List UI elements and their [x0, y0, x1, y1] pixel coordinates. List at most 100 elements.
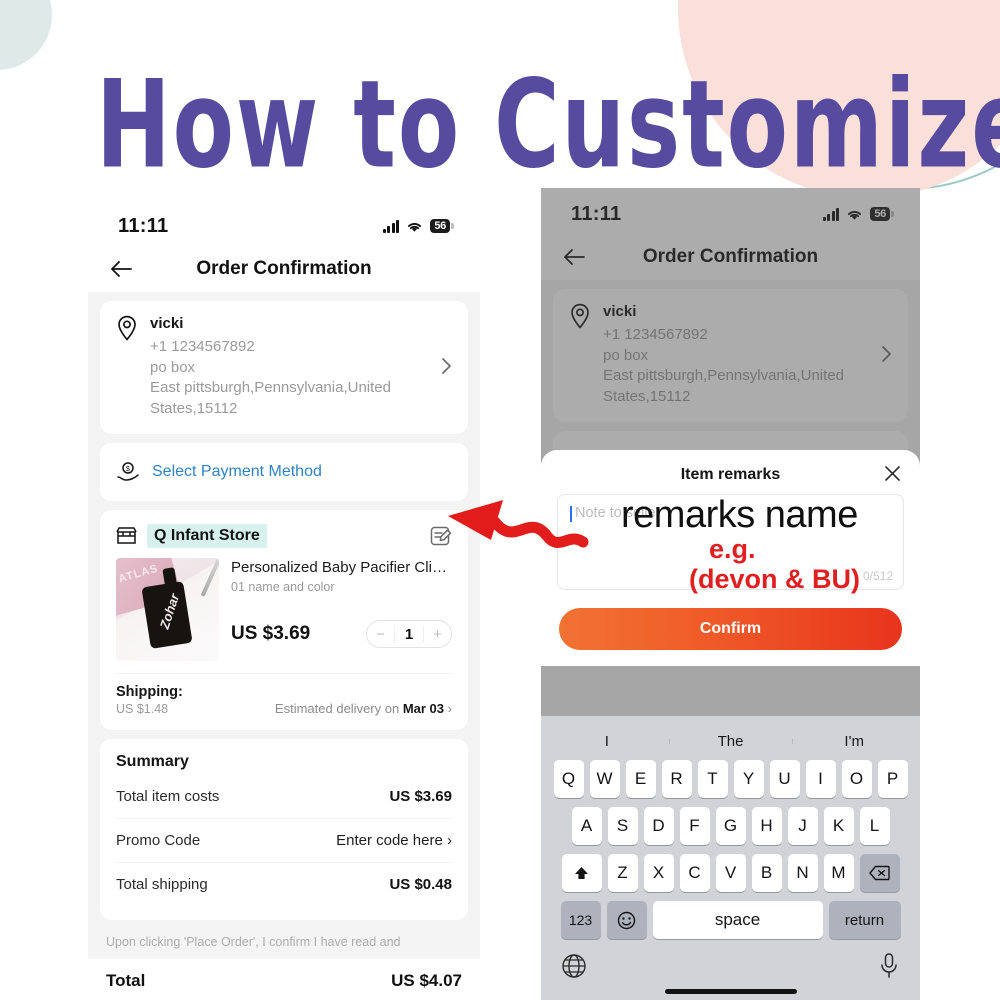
payment-hand-coin-icon: $	[117, 462, 139, 481]
key-b[interactable]: B	[751, 854, 782, 892]
close-x-icon[interactable]	[883, 464, 902, 483]
key-n[interactable]: N	[787, 854, 818, 892]
space-key[interactable]: space	[652, 901, 823, 939]
key-e[interactable]: E	[625, 760, 656, 798]
key-s[interactable]: S	[607, 807, 638, 845]
order-disclaimer: Upon clicking 'Place Order', I confirm I…	[106, 934, 401, 949]
annotation-remarks-name: remarks name	[621, 494, 858, 536]
keyboard-bottom-bar	[545, 948, 916, 985]
emoji-smiley-icon[interactable]	[606, 901, 647, 939]
summary-row-label: Total shipping	[116, 875, 208, 893]
payment-method-label: Select Payment Method	[152, 462, 322, 480]
globe-language-icon[interactable]	[561, 953, 587, 979]
key-d[interactable]: D	[643, 807, 674, 845]
store-product-card: Q Infant Store ATLAS Zohar Personalized …	[100, 509, 468, 730]
key-k[interactable]: K	[823, 807, 854, 845]
quantity-stepper[interactable]: − 1 +	[366, 620, 452, 649]
nav-bar: Order Confirmation	[88, 246, 480, 292]
product-price: US $3.69	[231, 623, 311, 645]
address-card[interactable]: vicki +1 1234567892 po box East pittsbur…	[100, 301, 468, 434]
address-line-2: East pittsburgh,Pennsylvania,United	[150, 379, 391, 397]
key-l[interactable]: L	[859, 807, 890, 845]
address-line-2: East pittsburgh,Pennsylvania,United	[603, 367, 844, 385]
summary-row-value: US $3.69	[389, 787, 452, 805]
address-name: vicki	[150, 315, 184, 332]
keyboard-row-3: Z X C V B N M	[545, 854, 916, 892]
key-t[interactable]: T	[697, 760, 728, 798]
total-label: Total	[106, 970, 146, 990]
chevron-right-icon[interactable]	[441, 357, 452, 375]
shipping-cost: US $1.48	[116, 701, 169, 716]
keyboard-row-2: A S D F G H J K L	[545, 807, 916, 845]
key-q[interactable]: Q	[553, 760, 584, 798]
product-title: Personalized Baby Pacifier Clip Custo…	[231, 558, 452, 576]
shift-up-arrow-icon[interactable]	[561, 854, 602, 892]
key-p[interactable]: P	[877, 760, 908, 798]
suggestion-item[interactable]: I'm	[792, 733, 916, 750]
key-o[interactable]: O	[841, 760, 872, 798]
product-row[interactable]: ATLAS Zohar Personalized Baby Pacifier C…	[116, 557, 452, 661]
svg-text:$: $	[126, 466, 130, 473]
decorative-mint-circle	[0, 0, 52, 70]
summary-title: Summary	[116, 752, 189, 770]
summary-row-label: Promo Code	[116, 831, 201, 849]
quantity-value[interactable]: 1	[394, 625, 424, 643]
back-arrow-icon[interactable]	[110, 260, 132, 278]
key-r[interactable]: R	[661, 760, 692, 798]
key-a[interactable]: A	[571, 807, 602, 845]
key-j[interactable]: J	[787, 807, 818, 845]
promo-code-link[interactable]: Enter code here ›	[336, 832, 452, 849]
suggestion-item[interactable]: The	[668, 733, 793, 750]
red-wavy-arrow-icon	[448, 500, 589, 548]
chevron-right-icon[interactable]	[881, 345, 892, 363]
quantity-decrease-button[interactable]: −	[367, 626, 394, 643]
key-u[interactable]: U	[769, 760, 800, 798]
nav-title: Order Confirmation	[642, 246, 819, 267]
phone-screen-left: 11:11 56 Order Confirmation vicki +1 123…	[88, 200, 480, 990]
backspace-delete-icon[interactable]	[859, 854, 900, 892]
annotation-example: (devon & BU)	[689, 564, 860, 594]
key-y[interactable]: Y	[733, 760, 764, 798]
nav-title: Order Confirmation	[196, 258, 372, 279]
battery-icon: 56	[870, 207, 894, 221]
wifi-icon	[408, 222, 422, 232]
status-bar: 11:11 56	[88, 200, 480, 246]
key-w[interactable]: W	[589, 760, 620, 798]
delivery-prefix: Estimated delivery on	[274, 700, 403, 716]
shipping-row[interactable]: Shipping: US $1.48 Estimated delivery on…	[116, 672, 452, 716]
summary-row-promo[interactable]: Promo Code Enter code here ›	[116, 819, 452, 863]
delivery-date: Mar 03	[402, 700, 445, 716]
key-c[interactable]: C	[679, 854, 710, 892]
key-x[interactable]: X	[643, 854, 674, 892]
summary-card: Summary Total item costs US $3.69 Promo …	[100, 738, 468, 920]
chevron-right-icon[interactable]: ›	[448, 701, 452, 716]
key-i[interactable]: I	[805, 760, 836, 798]
confirm-button[interactable]: Confirm	[559, 608, 902, 650]
location-pin-icon	[571, 303, 589, 329]
numbers-key[interactable]: 123	[560, 901, 601, 939]
key-f[interactable]: F	[679, 807, 710, 845]
key-h[interactable]: H	[751, 807, 782, 845]
microphone-icon[interactable]	[878, 952, 900, 979]
key-z[interactable]: Z	[607, 854, 638, 892]
address-line-1: po box	[603, 346, 649, 364]
key-g[interactable]: G	[715, 807, 746, 845]
character-counter: 0/512	[862, 569, 893, 583]
address-phone: +1 1234567892	[603, 326, 708, 343]
poster-canvas: How to Customize 11:11 56 Order Confirma…	[0, 0, 1000, 1000]
address-card[interactable]: vicki +1 1234567892 po box East pittsbur…	[553, 289, 908, 422]
store-row[interactable]: Q Infant Store	[116, 523, 452, 548]
key-v[interactable]: V	[715, 854, 746, 892]
summary-row: Total item costs US $3.69	[116, 775, 452, 819]
back-arrow-icon[interactable]	[563, 248, 585, 266]
summary-row: Total shipping US $0.48	[116, 863, 452, 906]
return-key[interactable]: return	[828, 901, 901, 939]
suggestion-item[interactable]: I	[545, 733, 669, 750]
home-indicator	[664, 989, 797, 994]
payment-method-card[interactable]: $ Select Payment Method	[100, 442, 468, 501]
quantity-increase-button[interactable]: +	[424, 626, 451, 643]
key-m[interactable]: M	[823, 854, 854, 892]
delivery-estimate: Estimated delivery on Mar 03 ›	[275, 701, 452, 716]
keyboard-row-4: 123 space return	[545, 901, 916, 939]
cellular-bars-icon	[382, 219, 400, 233]
